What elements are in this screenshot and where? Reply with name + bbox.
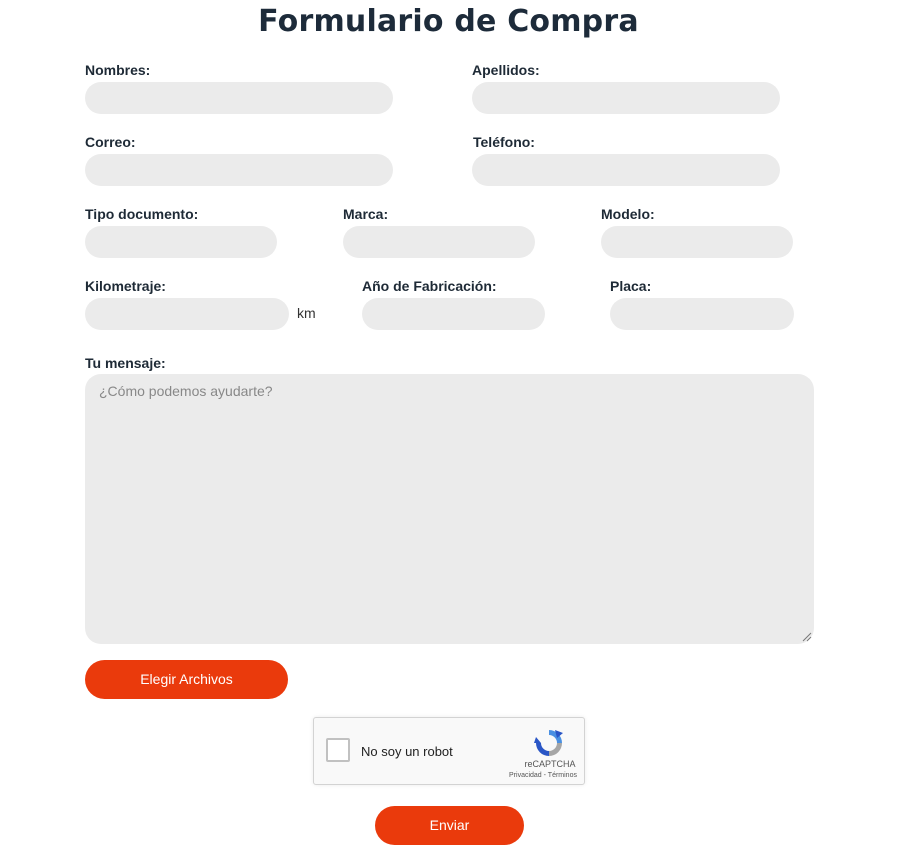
tipo-documento-input[interactable]	[85, 226, 277, 258]
correo-input[interactable]	[85, 154, 393, 186]
apellidos-label: Apellidos:	[472, 62, 540, 78]
choose-files-button[interactable]: Elegir Archivos	[85, 660, 288, 699]
mensaje-label: Tu mensaje:	[85, 355, 166, 371]
telefono-input[interactable]	[472, 154, 780, 186]
apellidos-input[interactable]	[472, 82, 780, 114]
km-unit: km	[297, 305, 316, 321]
correo-label: Correo:	[85, 134, 136, 150]
placa-label: Placa:	[610, 278, 652, 294]
recaptcha-logo-icon	[534, 730, 563, 756]
marca-label: Marca:	[343, 206, 389, 222]
tipo-documento-label: Tipo documento:	[85, 206, 199, 222]
placa-input[interactable]	[610, 298, 794, 330]
recaptcha-brand: reCAPTCHA	[524, 759, 576, 769]
marca-input[interactable]	[343, 226, 535, 258]
recaptcha-label: No soy un robot	[361, 744, 453, 759]
kilometraje-label: Kilometraje:	[85, 278, 166, 294]
anio-label: Año de Fabricación:	[362, 278, 497, 294]
recaptcha-widget: No soy un robot reCAPTCHA Privacidad - T…	[313, 717, 585, 785]
recaptcha-links[interactable]: Privacidad - Términos	[500, 772, 586, 779]
mensaje-textarea[interactable]: ¿Cómo podemos ayudarte?	[85, 374, 814, 644]
recaptcha-checkbox[interactable]	[326, 738, 350, 762]
anio-input[interactable]	[362, 298, 545, 330]
mensaje-placeholder: ¿Cómo podemos ayudarte?	[99, 383, 273, 399]
kilometraje-input[interactable]	[85, 298, 289, 330]
resize-handle-icon[interactable]	[802, 632, 812, 642]
submit-button[interactable]: Enviar	[375, 806, 524, 845]
telefono-label: Teléfono:	[473, 134, 535, 150]
modelo-label: Modelo:	[601, 206, 655, 222]
nombres-label: Nombres:	[85, 62, 151, 78]
page-title: Formulario de Compra	[258, 4, 639, 39]
modelo-input[interactable]	[601, 226, 793, 258]
nombres-input[interactable]	[85, 82, 393, 114]
